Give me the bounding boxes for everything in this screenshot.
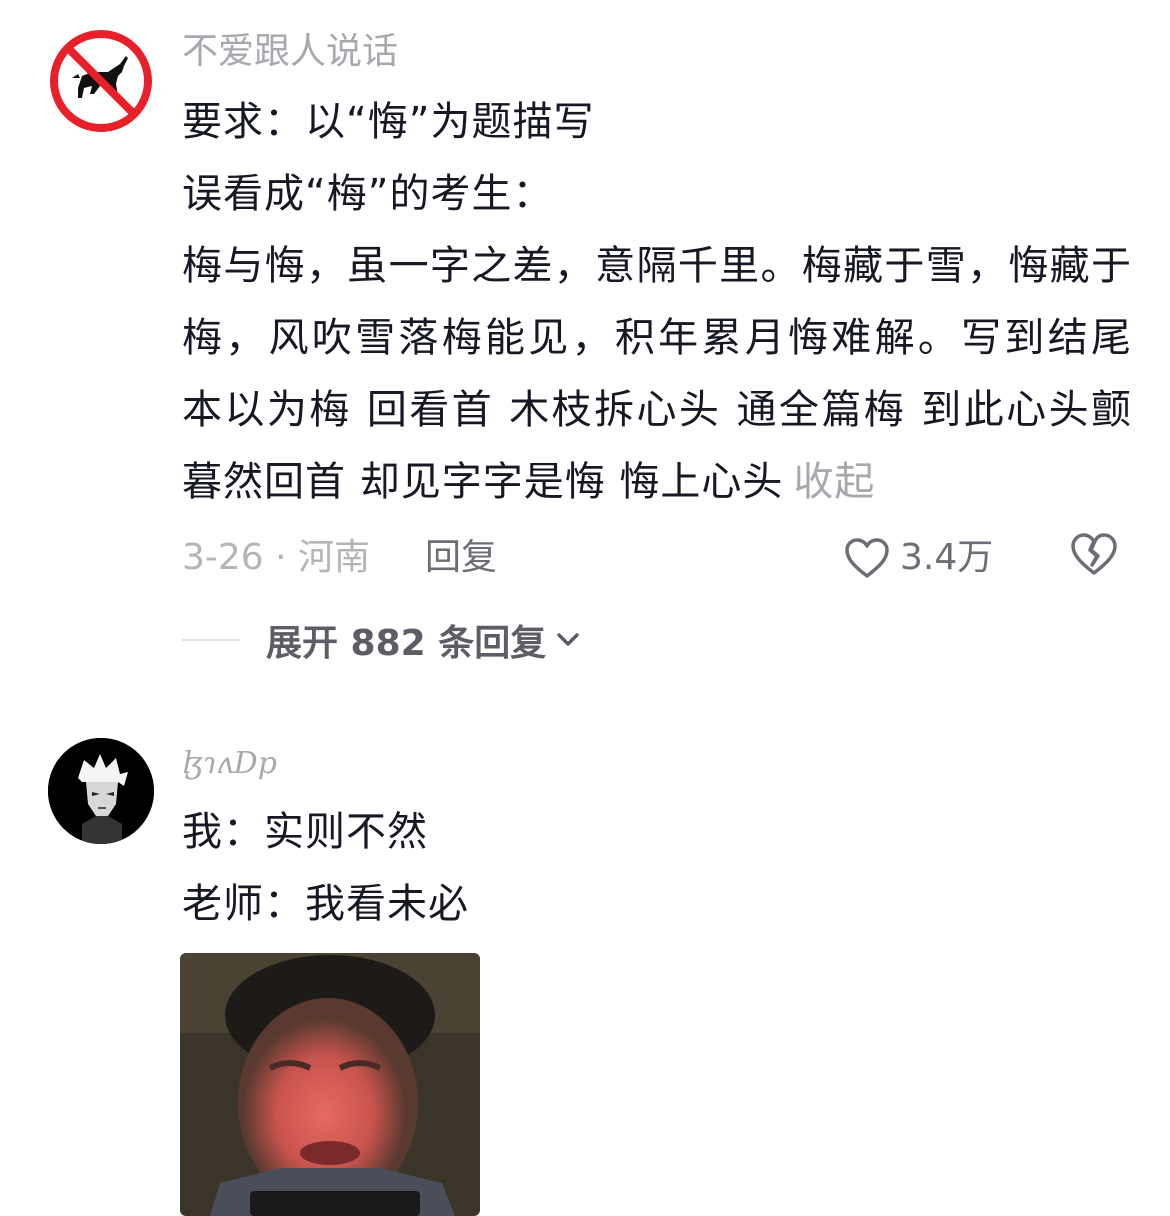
collapse-link[interactable]: 收起 — [793, 459, 875, 505]
date-location: 3-26 · 河南 — [182, 537, 371, 578]
username[interactable]: 不爱跟人说话 — [182, 30, 398, 74]
comment-line-text: 梅与悔，虽一字之差，意隔千里。梅藏于雪，悔藏于梅，风吹雪落梅能见，积年累月悔难解… — [182, 243, 1132, 505]
user-avatar[interactable] — [48, 28, 154, 134]
like-button[interactable]: 3.4万 — [844, 530, 993, 586]
comment-line: 梅与悔，虽一字之差，意隔千里。梅藏于雪，悔藏于梅，风吹雪落梅能见，积年累月悔难解… — [182, 230, 1132, 518]
expand-replies-label: 展开 882 条回复 — [266, 623, 547, 664]
comment-1: 不爱跟人说话 要求：以“悔”为题描写 误看成“梅”的考生： 梅与悔，虽一字之差，… — [0, 0, 1170, 700]
username[interactable]: ɮɿʌDp — [182, 742, 277, 786]
comment-line: 我：实则不然 — [182, 809, 428, 855]
comment-body: 我：实则不然 老师：我看未必 — [182, 796, 1132, 940]
comment-line: 老师：我看未必 — [182, 881, 469, 927]
comment-image[interactable] — [180, 953, 480, 1216]
comment-line: 要求：以“悔”为题描写 — [182, 99, 595, 145]
anime-avatar-icon — [48, 738, 154, 844]
dislike-button[interactable] — [1070, 532, 1118, 593]
expand-replies-button[interactable]: 展开 882 条回复 — [182, 612, 580, 668]
broken-heart-icon — [1071, 533, 1117, 575]
comment-line: 误看成“梅”的考生： — [182, 171, 554, 217]
heart-icon — [845, 538, 889, 578]
comment-body: 要求：以“悔”为题描写 误看成“梅”的考生： 梅与悔，虽一字之差，意隔千里。梅藏… — [182, 86, 1132, 518]
reply-button[interactable]: 回复 — [425, 530, 497, 586]
chevron-down-icon — [557, 633, 579, 646]
no-dog-sign-icon — [48, 28, 154, 134]
divider-line — [182, 639, 240, 641]
comment-2: ɮɿʌDp 我：实则不然 老师：我看未必 — [0, 700, 1170, 1216]
crying-boy-meme-image — [180, 953, 480, 1216]
user-avatar[interactable] — [48, 738, 154, 844]
like-count: 3.4万 — [900, 537, 994, 578]
comment-meta: 3-26 · 河南 回复 3.4万 — [182, 530, 1122, 586]
